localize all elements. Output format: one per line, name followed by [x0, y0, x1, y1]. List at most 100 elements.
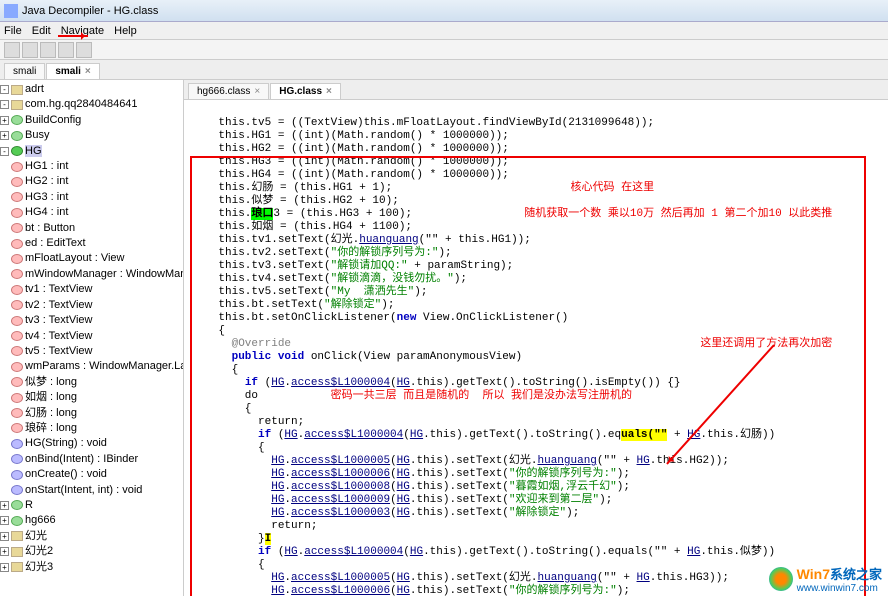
code-view[interactable]: this.tv5 = ((TextView)this.mFloatLayout.…: [184, 100, 888, 596]
package-explorer[interactable]: -adrt-com.hg.qq2840484641+BuildConfig+Bu…: [0, 80, 184, 596]
tree-label: mWindowManager : WindowMan: [25, 268, 184, 280]
side-tab[interactable]: smali: [4, 63, 45, 79]
fld-icon: [11, 377, 23, 387]
expand-toggle-icon[interactable]: +: [0, 547, 9, 556]
tree-label: 幻光3: [25, 561, 53, 573]
tree-node[interactable]: +R: [0, 498, 183, 513]
tree-node[interactable]: + 幻光: [0, 529, 183, 544]
expand-toggle-icon[interactable]: +: [0, 501, 9, 510]
tree-node[interactable]: HG4 : int: [0, 205, 183, 220]
fld-icon: [11, 192, 23, 202]
tree-label: HG(String) : void: [25, 437, 107, 449]
tree-node[interactable]: - adrt: [0, 82, 183, 97]
tree-node[interactable]: 幻肠 : long: [0, 406, 183, 421]
tree-label: 如烟 : long: [25, 391, 77, 403]
tree-node[interactable]: tv1 : TextView: [0, 282, 183, 297]
tree-node[interactable]: mFloatLayout : View: [0, 251, 183, 266]
tree-node[interactable]: tv4 : TextView: [0, 329, 183, 344]
expand-toggle-icon[interactable]: +: [0, 563, 9, 572]
tree-label: Busy: [25, 129, 49, 141]
expand-toggle-icon[interactable]: +: [0, 516, 9, 525]
fld-icon: [11, 285, 23, 295]
tree-node[interactable]: -com.hg.qq2840484641: [0, 97, 183, 112]
tree-label: tv2 : TextView: [25, 299, 92, 311]
mth-icon: [11, 439, 23, 449]
tree-node[interactable]: onCreate() : void: [0, 467, 183, 482]
pkg-icon: [11, 562, 23, 572]
expand-toggle-icon[interactable]: +: [0, 131, 9, 140]
tree-node[interactable]: tv2 : TextView: [0, 298, 183, 313]
tree-node[interactable]: onBind(Intent) : IBinder: [0, 452, 183, 467]
tree-label: R: [25, 499, 33, 511]
expand-toggle-icon[interactable]: -: [0, 100, 9, 109]
expand-toggle-icon[interactable]: -: [0, 85, 9, 94]
close-icon[interactable]: ×: [85, 66, 91, 77]
tree-node[interactable]: + Busy: [0, 128, 183, 143]
tree-node[interactable]: 似梦 : long: [0, 375, 183, 390]
fld-icon: [11, 177, 23, 187]
side-tab-active[interactable]: smali×: [46, 63, 99, 79]
tree-node[interactable]: ed : EditText: [0, 236, 183, 251]
expand-toggle-icon[interactable]: +: [0, 532, 9, 541]
tree-node[interactable]: -HG: [0, 144, 183, 159]
tree-node[interactable]: 如烟 : long: [0, 390, 183, 405]
tree: -adrt-com.hg.qq2840484641+BuildConfig+Bu…: [0, 82, 183, 575]
menu-file[interactable]: File: [4, 25, 22, 37]
tree-node[interactable]: HG2 : int: [0, 174, 183, 189]
tree-label: 幻光: [25, 530, 47, 542]
tree-label: 幻肠 : long: [25, 407, 77, 419]
tree-node[interactable]: HG1 : int: [0, 159, 183, 174]
menu-edit[interactable]: Edit: [32, 25, 51, 37]
annotation-line: [666, 344, 775, 464]
pkg-icon: [11, 85, 23, 95]
tree-label: HG2 : int: [25, 175, 68, 187]
fld-icon: [11, 346, 23, 356]
fld-icon: [11, 393, 23, 403]
tree-node[interactable]: +BuildConfig: [0, 113, 183, 128]
tree-node[interactable]: bt : Button: [0, 221, 183, 236]
tree-label: tv5 : TextView: [25, 345, 92, 357]
tree-node[interactable]: wmParams : WindowManager.Lay: [0, 359, 183, 374]
tree-node[interactable]: mWindowManager : WindowMan: [0, 267, 183, 282]
tree-node[interactable]: +幻光2: [0, 544, 183, 559]
annotation-text: 随机获取一个数 乘以10万 然后再加 1 第二个加10 以此类推: [524, 208, 832, 220]
pkg-icon: [11, 100, 23, 110]
tree-label: 似梦 : long: [25, 376, 77, 388]
tree-label: tv1 : TextView: [25, 283, 92, 295]
tree-label: adrt: [25, 83, 44, 95]
toolbar-back-icon[interactable]: [40, 42, 56, 58]
tree-node[interactable]: HG(String) : void: [0, 436, 183, 451]
tree-label: ed : EditText: [25, 237, 86, 249]
tree-label: tv3 : TextView: [25, 314, 92, 326]
toolbar-search-icon[interactable]: [76, 42, 92, 58]
editor-tab-active[interactable]: HG.class×: [270, 83, 341, 99]
cls-icon: [11, 500, 23, 510]
annotation-text: 密码一共三层 而且是随机的 所以 我们是没办法写注册机的: [331, 390, 632, 402]
tree-node[interactable]: +hg666: [0, 513, 183, 528]
tree-node[interactable]: tv5 : TextView: [0, 344, 183, 359]
expand-toggle-icon[interactable]: +: [0, 116, 9, 125]
close-icon[interactable]: ×: [326, 86, 332, 97]
tree-label: tv4 : TextView: [25, 330, 92, 342]
tree-node[interactable]: HG3 : int: [0, 190, 183, 205]
tree-node[interactable]: 琅碎 : long: [0, 421, 183, 436]
menu-navigate[interactable]: Navigate: [61, 25, 104, 37]
cls-icon: [11, 516, 23, 526]
toolbar-save-icon[interactable]: [22, 42, 38, 58]
expand-toggle-icon[interactable]: -: [0, 147, 9, 156]
fld-icon: [11, 300, 23, 310]
tree-label: HG1 : int: [25, 160, 68, 172]
editor-tab[interactable]: hg666.class×: [188, 83, 269, 99]
fld-icon: [11, 331, 23, 341]
pkg-icon: [11, 547, 23, 557]
menu-help[interactable]: Help: [114, 25, 137, 37]
close-icon[interactable]: ×: [254, 86, 260, 97]
cls-icon: [11, 131, 23, 141]
toolbar-fwd-icon[interactable]: [58, 42, 74, 58]
editor-pane: hg666.class× HG.class× this.tv5 = ((Text…: [184, 80, 888, 596]
editor-tabs: hg666.class× HG.class×: [184, 80, 888, 100]
tree-node[interactable]: tv3 : TextView: [0, 313, 183, 328]
toolbar-open-icon[interactable]: [4, 42, 20, 58]
tree-node[interactable]: onStart(Intent, int) : void: [0, 483, 183, 498]
tree-node[interactable]: + 幻光3: [0, 560, 183, 575]
